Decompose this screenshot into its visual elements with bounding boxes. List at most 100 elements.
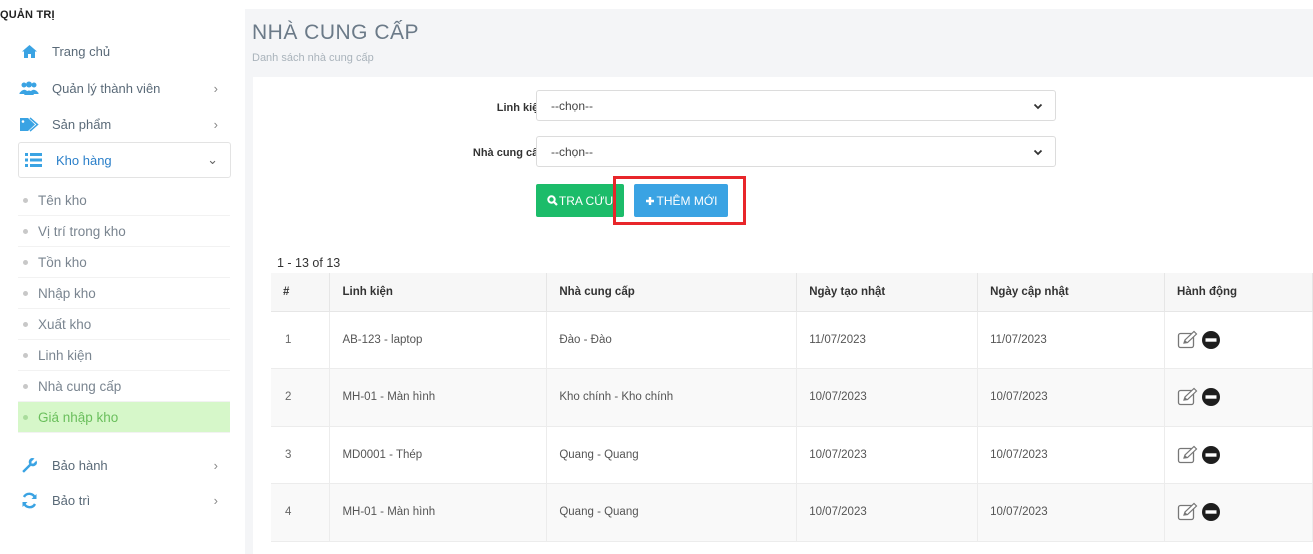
submenu-item-warehouse-name[interactable]: Tên kho xyxy=(18,185,230,216)
submenu-item-location[interactable]: Vị trí trong kho xyxy=(18,216,230,247)
search-button[interactable]: TRA CỨU xyxy=(536,184,624,217)
row-number: 2 xyxy=(271,368,331,427)
component-label: Linh kiện xyxy=(496,102,545,114)
supplier-select[interactable]: --chọn-- xyxy=(536,136,1056,167)
row-updated-date: 10/07/2023 xyxy=(977,483,1166,542)
search-icon xyxy=(547,195,558,206)
submenu-item-stock[interactable]: Tồn kho xyxy=(18,247,230,278)
component-select-value: --chọn-- xyxy=(551,98,594,113)
submenu-item-export[interactable]: Xuất kho xyxy=(18,309,230,340)
row-supplier: Quang - Quang xyxy=(546,426,798,484)
supplier-label: Nhà cung cấp xyxy=(472,147,545,159)
edit-icon[interactable] xyxy=(1177,502,1199,522)
sidebar-item-label: Trang chủ xyxy=(52,43,111,59)
submenu-item-label: Nhà cung cấp xyxy=(38,378,122,394)
submenu-item-label: Tồn kho xyxy=(38,254,87,270)
page-subtitle: Danh sách nhà cung cấp xyxy=(252,52,374,64)
row-supplier: Đào - Đào xyxy=(546,311,798,369)
supplier-card: Linh kiện --chọn-- Nhà cung cấp --chọn--… xyxy=(253,77,1313,554)
column-header: # xyxy=(271,273,331,312)
bullet-icon xyxy=(23,259,28,265)
submenu-item-components[interactable]: Linh kiện xyxy=(18,340,230,371)
column-header: Nhà cung cấp xyxy=(546,273,798,312)
row-component: AB-123 - laptop xyxy=(329,311,548,369)
bullet-icon xyxy=(23,383,28,389)
component-select[interactable]: --chọn-- xyxy=(536,90,1056,121)
delete-icon[interactable] xyxy=(1201,330,1221,350)
table-row: 1 AB-123 - laptop Đào - Đào 11/07/2023 1… xyxy=(271,311,1313,369)
row-component: MD0001 - Thép xyxy=(329,426,548,484)
submenu-item-label: Nhập kho xyxy=(38,285,96,301)
row-component: MH-01 - Màn hình xyxy=(329,483,548,542)
sidebar-item-label: Kho hàng xyxy=(56,152,112,168)
row-created-date: 10/07/2023 xyxy=(796,483,979,542)
submenu-item-label: Linh kiện xyxy=(38,347,93,363)
delete-icon[interactable] xyxy=(1201,445,1221,465)
list-icon xyxy=(22,151,44,169)
sidebar-item-maintenance[interactable]: Bảo trì › xyxy=(18,482,230,518)
row-actions xyxy=(1164,483,1313,542)
row-number: 3 xyxy=(271,426,331,484)
wrench-icon xyxy=(18,456,40,474)
column-header: Ngày cập nhật xyxy=(977,273,1166,312)
search-button-label: TRA CỨU xyxy=(558,193,614,208)
refresh-icon xyxy=(18,491,40,509)
column-header: Linh kiện xyxy=(329,273,548,312)
row-created-date: 10/07/2023 xyxy=(796,368,979,427)
tags-icon xyxy=(18,115,40,133)
table-header-row: # Linh kiện Nhà cung cấp Ngày tạo nhật N… xyxy=(271,273,1313,312)
row-actions xyxy=(1164,368,1313,427)
submenu-item-import[interactable]: Nhập kho xyxy=(18,278,230,309)
chevron-right-icon: › xyxy=(213,492,218,508)
column-header: Ngày tạo nhật xyxy=(796,273,979,312)
sidebar-item-warranty[interactable]: Bảo hành › xyxy=(18,447,230,483)
sidebar-item-members[interactable]: Quản lý thành viên › xyxy=(18,70,230,106)
row-supplier: Kho chính - Kho chính xyxy=(546,368,798,427)
bullet-icon xyxy=(23,352,28,358)
sidebar-item-label: Sản phẩm xyxy=(52,116,112,132)
edit-icon[interactable] xyxy=(1177,330,1199,350)
row-updated-date: 11/07/2023 xyxy=(977,311,1166,369)
row-updated-date: 10/07/2023 xyxy=(977,368,1166,427)
delete-icon[interactable] xyxy=(1201,387,1221,407)
page-title: NHÀ CUNG CẤP xyxy=(252,21,420,44)
row-supplier: Quang - Quang xyxy=(546,483,798,542)
warehouse-submenu: Tên kho Vị trí trong kho Tồn kho Nhập kh… xyxy=(18,185,230,433)
row-actions xyxy=(1164,311,1313,369)
chevron-right-icon: › xyxy=(213,80,218,96)
row-updated-date: 10/07/2023 xyxy=(977,426,1166,484)
bullet-icon xyxy=(23,228,28,234)
home-icon xyxy=(18,42,40,60)
edit-icon[interactable] xyxy=(1177,387,1199,407)
edit-icon[interactable] xyxy=(1177,445,1199,465)
sidebar-item-label: Bảo trì xyxy=(52,492,91,508)
submenu-item-label: Vị trí trong kho xyxy=(38,223,126,239)
table-row: 2 MH-01 - Màn hình Kho chính - Kho chính… xyxy=(271,368,1313,427)
users-icon xyxy=(18,79,40,97)
sidebar-item-warehouse[interactable]: Kho hàng ⌄ xyxy=(18,142,231,178)
row-number: 1 xyxy=(271,311,331,369)
submenu-item-suppliers[interactable]: Nhà cung cấp xyxy=(18,371,230,402)
chevron-down-icon xyxy=(1033,146,1043,160)
submenu-item-import-price[interactable]: Giá nhập kho xyxy=(18,402,230,433)
delete-icon[interactable] xyxy=(1201,502,1221,522)
chevron-right-icon: › xyxy=(213,457,218,473)
bullet-icon xyxy=(23,414,28,420)
sidebar-header: QUẢN TRỊ xyxy=(0,9,55,21)
row-component: MH-01 - Màn hình xyxy=(329,368,548,427)
highlight-annotation xyxy=(613,176,746,225)
bullet-icon xyxy=(23,321,28,327)
bullet-icon xyxy=(23,290,28,296)
row-number: 4 xyxy=(271,483,331,542)
submenu-item-label: Giá nhập kho xyxy=(38,409,119,425)
sidebar-item-home[interactable]: Trang chủ xyxy=(18,33,230,69)
sidebar-item-label: Quản lý thành viên xyxy=(52,80,161,96)
pagination-count: 1 - 13 of 13 xyxy=(277,256,341,270)
submenu-item-label: Xuất kho xyxy=(38,316,92,332)
chevron-down-icon xyxy=(1033,100,1043,114)
sidebar-item-label: Bảo hành xyxy=(52,457,108,473)
chevron-right-icon: › xyxy=(213,116,218,132)
table-row: 3 MD0001 - Thép Quang - Quang 10/07/2023… xyxy=(271,426,1313,484)
table-row: 4 MH-01 - Màn hình Quang - Quang 10/07/2… xyxy=(271,483,1313,542)
sidebar-item-products[interactable]: Sản phẩm › xyxy=(18,106,230,142)
